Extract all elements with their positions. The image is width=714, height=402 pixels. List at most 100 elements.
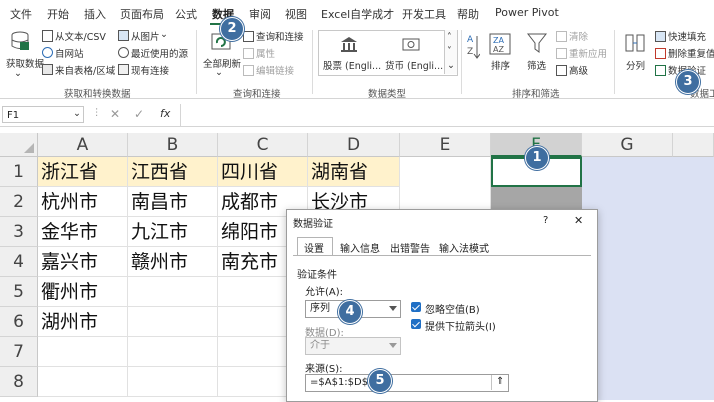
column-header-h[interactable] <box>673 133 714 157</box>
cell-a4[interactable]: 嘉兴市 <box>38 247 128 277</box>
column-header-e[interactable]: E <box>400 133 491 157</box>
cell-b1[interactable]: 江西省 <box>128 157 218 187</box>
tab-page-layout[interactable]: 页面布局 <box>120 6 164 22</box>
tab-file[interactable]: 文件 <box>10 6 32 22</box>
tab-ime-mode[interactable]: 输入法模式 <box>439 240 489 255</box>
row-header-4[interactable]: 4 <box>0 247 38 277</box>
data-select[interactable]: 介于 <box>305 337 401 355</box>
tab-excel-learn[interactable]: Excel自学成才 <box>321 6 394 22</box>
from-picture-button[interactable]: 从图片 <box>131 29 160 43</box>
database-icon <box>11 31 29 50</box>
edit-links-button[interactable]: 编辑链接 <box>256 63 294 77</box>
source-input[interactable]: =$A$1:$D$1 <box>305 374 509 392</box>
cell-b5[interactable] <box>128 277 218 307</box>
tab-insert[interactable]: 插入 <box>84 6 106 22</box>
enter-icon[interactable]: ✓ <box>134 107 144 121</box>
formula-input[interactable] <box>182 106 712 123</box>
chevron-down-icon: ⌄ <box>160 29 168 40</box>
cell-a8[interactable] <box>38 367 128 397</box>
bank-icon <box>341 37 357 52</box>
row-header-3[interactable]: 3 <box>0 217 38 247</box>
ignore-blank-checkbox[interactable] <box>411 302 421 312</box>
insert-function-icon[interactable]: fx <box>160 107 170 120</box>
advanced-button[interactable]: 高级 <box>569 63 588 77</box>
clock-icon <box>118 47 129 58</box>
column-header-c[interactable]: C <box>218 133 308 157</box>
group-get-transform-label: 获取和转换数据 <box>64 89 131 100</box>
formula-divider <box>180 104 181 126</box>
row-header-5[interactable]: 5 <box>0 277 38 307</box>
tab-developer[interactable]: 开发工具 <box>402 6 446 22</box>
in-cell-dropdown-label: 提供下拉箭头(I) <box>425 322 496 333</box>
select-all-corner[interactable] <box>0 133 38 157</box>
recent-sources-button[interactable]: 最近使用的源 <box>131 46 188 60</box>
help-button[interactable]: ? <box>543 215 548 226</box>
flash-fill-button[interactable]: 快速填充 <box>668 29 706 43</box>
cell-a2[interactable]: 杭州市 <box>38 187 128 217</box>
reapply-icon <box>556 48 567 59</box>
close-icon[interactable]: ✕ <box>574 214 583 227</box>
gallery-scroll[interactable]: ˄ ˅ ⌄ <box>444 30 457 74</box>
name-box[interactable]: F1 <box>2 106 84 123</box>
group-separator <box>461 30 462 94</box>
existing-connections-button[interactable]: 现有连接 <box>131 63 169 77</box>
collapse-range-button[interactable]: ⇑ <box>491 375 508 390</box>
cell-a3[interactable]: 金华市 <box>38 217 128 247</box>
column-header-b[interactable]: B <box>128 133 218 157</box>
column-header-a[interactable]: A <box>38 133 128 157</box>
cell-b6[interactable] <box>128 307 218 337</box>
clear-button[interactable]: 清除 <box>569 29 588 43</box>
tab-home[interactable]: 开始 <box>47 6 69 22</box>
text-to-columns-button[interactable]: 分列 <box>626 58 645 72</box>
cell-a1[interactable]: 浙江省 <box>38 157 128 187</box>
column-header-d[interactable]: D <box>308 133 400 157</box>
cell-b8[interactable] <box>128 367 218 397</box>
cell-b7[interactable] <box>128 337 218 367</box>
currency-icon <box>402 38 420 51</box>
ribbon: 获取数据 ⌄ 从文本/CSV 自网站 来自表格/区域 从图片 ⌄ 最近使用的源 … <box>0 26 714 100</box>
expand-icon: ⌄ <box>447 60 455 71</box>
queries-connections-button[interactable]: 查询和连接 <box>256 29 304 43</box>
in-cell-dropdown-checkbox[interactable] <box>411 319 421 329</box>
from-text-csv-button[interactable]: 从文本/CSV <box>55 29 106 43</box>
row-header-7[interactable]: 7 <box>0 337 38 367</box>
properties-button[interactable]: 属性 <box>256 46 275 60</box>
cell-b2[interactable]: 南昌市 <box>128 187 218 217</box>
tab-review[interactable]: 审阅 <box>249 6 271 22</box>
svg-text:ZA: ZA <box>493 36 504 45</box>
get-data-label: 获取数据 <box>6 59 45 70</box>
row-header-1[interactable]: 1 <box>0 157 38 187</box>
data-validation-dialog: 数据验证 ? ✕ 设置 输入信息 出错警告 输入法模式 验证条件 允许(A): … <box>286 209 598 402</box>
chevron-down-icon <box>389 306 397 311</box>
cell-d1[interactable]: 湖南省 <box>308 157 400 187</box>
cell-b4[interactable]: 赣州市 <box>128 247 218 277</box>
chevron-down-icon[interactable]: ⌄ <box>73 108 81 119</box>
tab-input-message[interactable]: 输入信息 <box>340 240 380 255</box>
reapply-button[interactable]: 重新应用 <box>569 46 607 60</box>
ignore-blank-label: 忽略空值(B) <box>425 305 480 316</box>
row-header-6[interactable]: 6 <box>0 307 38 337</box>
cell-a7[interactable] <box>38 337 128 367</box>
from-table-button[interactable]: 来自表格/区域 <box>55 63 115 77</box>
tab-error-alert[interactable]: 出错警告 <box>390 240 430 255</box>
tab-power-pivot[interactable]: Power Pivot <box>495 6 559 19</box>
data-types-gallery[interactable]: 股票 (Engli... 货币 (Engli... <box>318 30 458 76</box>
stocks-label[interactable]: 股票 (Engli... <box>323 58 381 72</box>
cell-a5[interactable]: 衢州市 <box>38 277 128 307</box>
row-header-2[interactable]: 2 <box>0 187 38 217</box>
row-header-8[interactable]: 8 <box>0 367 38 397</box>
cell-c1[interactable]: 四川省 <box>218 157 308 187</box>
remove-duplicates-button[interactable]: 删除重复值 <box>668 46 714 60</box>
group-queries-label: 查询和连接 <box>233 89 281 100</box>
tab-help[interactable]: 帮助 <box>457 6 479 22</box>
tab-formulas[interactable]: 公式 <box>175 6 197 22</box>
sort-button[interactable]: 排序 <box>491 58 510 72</box>
tab-view[interactable]: 视图 <box>285 6 307 22</box>
column-header-g[interactable]: G <box>582 133 673 157</box>
filter-button[interactable]: 筛选 <box>527 58 546 72</box>
currencies-label[interactable]: 货币 (Engli... <box>385 58 443 72</box>
from-web-button[interactable]: 自网站 <box>55 46 84 60</box>
cancel-icon[interactable]: ✕ <box>110 107 120 121</box>
cell-a6[interactable]: 湖州市 <box>38 307 128 337</box>
cell-b3[interactable]: 九江市 <box>128 217 218 247</box>
